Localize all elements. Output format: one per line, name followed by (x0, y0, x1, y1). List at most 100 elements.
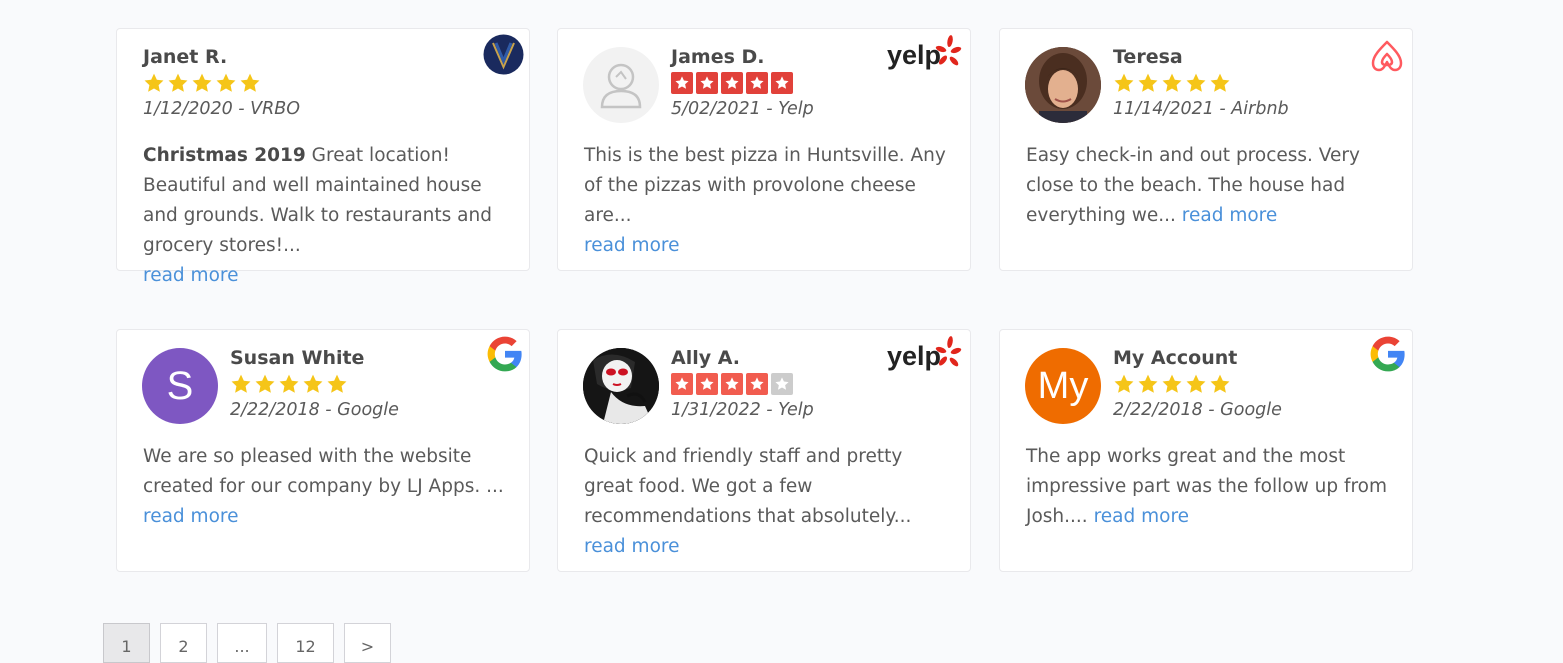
svg-text:yelp: yelp (887, 40, 941, 70)
review-text: Christmas 2019 Great location! Beautiful… (143, 141, 511, 291)
star-icon (1162, 374, 1182, 393)
rating-stars (1113, 72, 1289, 94)
rating-stars (1113, 373, 1282, 395)
star-icon (168, 73, 188, 92)
reviewer-name: Teresa (1113, 46, 1183, 68)
default-user-icon (600, 63, 642, 109)
page-button-12[interactable]: 12 (277, 623, 334, 663)
review-text: We are so pleased with the website creat… (143, 442, 511, 532)
reviewer-name: Ally A. (671, 347, 741, 369)
review-body: The app works great and the most impress… (1026, 446, 1388, 527)
yelp-logo-icon: yelp (885, 34, 965, 78)
read-more-link[interactable]: read more (1094, 506, 1189, 527)
star-icon (231, 374, 251, 393)
star-icon (1162, 73, 1182, 92)
avatar: My (1025, 348, 1101, 424)
read-more-link[interactable]: read more (1182, 205, 1277, 226)
rating-stars (143, 72, 300, 94)
avatar: S (142, 348, 218, 424)
google-logo-icon (1369, 335, 1407, 377)
avatar (583, 348, 659, 424)
avatar-letter: My (1037, 364, 1089, 407)
read-more-link[interactable]: read more (143, 506, 238, 527)
star-icon (279, 374, 299, 393)
star-icon (255, 374, 275, 393)
star-icon (1138, 374, 1158, 393)
read-more-link[interactable]: read more (584, 536, 679, 557)
yelp-star-icon (696, 373, 718, 395)
vrbo-logo-icon (483, 34, 524, 79)
review-header: James D. 5/02/2021 - Yelp (671, 44, 814, 121)
read-more-link[interactable]: read more (584, 235, 679, 256)
star-icon (144, 73, 164, 92)
page-button-2[interactable]: 2 (160, 623, 207, 663)
review-body: This is the best pizza in Huntsville. An… (584, 145, 946, 226)
star-icon (1114, 374, 1134, 393)
star-icon (1114, 73, 1134, 92)
star-icon (1210, 374, 1230, 393)
review-header: Ally A. 1/31/2022 - Yelp (671, 345, 814, 422)
reviewer-photo (583, 348, 659, 424)
reviewer-name: Janet R. (143, 46, 228, 68)
reviewer-photo (1025, 47, 1101, 123)
star-icon (240, 73, 260, 92)
star-icon (1138, 73, 1158, 92)
avatar (1025, 47, 1101, 123)
review-text: Easy check-in and out process. Very clos… (1026, 141, 1394, 231)
review-card: Teresa 11/14/2021 - Airbnb Easy check-in… (999, 28, 1413, 271)
star-icon (1210, 73, 1230, 92)
airbnb-logo-icon (1367, 34, 1407, 80)
read-more-link[interactable]: read more (143, 265, 238, 286)
review-card: James D. 5/02/2021 - Yelp This is the be… (557, 28, 971, 271)
svg-text:yelp: yelp (887, 341, 941, 371)
review-text: The app works great and the most impress… (1026, 442, 1394, 532)
review-card: Janet R. 1/12/2020 - VRBO Christmas 2019… (116, 28, 530, 286)
review-card: S Susan White 2/22/2018 - Google We are … (116, 329, 530, 572)
page-button-1[interactable]: 1 (103, 623, 150, 663)
review-body: Quick and friendly staff and pretty grea… (584, 446, 912, 527)
page-ellipsis: ... (217, 623, 267, 663)
review-text: Quick and friendly staff and pretty grea… (584, 442, 952, 562)
review-title: Christmas 2019 (143, 145, 306, 166)
review-card: Ally A. 1/31/2022 - Yelp Quick and frien… (557, 329, 971, 572)
star-icon (303, 374, 323, 393)
yelp-star-icon (721, 373, 743, 395)
avatar-letter: S (166, 363, 194, 408)
pagination: 1 2 ... 12 > (103, 623, 401, 663)
yelp-star-icon (746, 373, 768, 395)
rating-stars (671, 373, 814, 395)
yelp-star-icon (771, 72, 793, 94)
star-icon (192, 73, 212, 92)
review-date: 1/12/2020 - VRBO (143, 99, 301, 119)
review-header: Janet R. 1/12/2020 - VRBO (143, 44, 300, 121)
review-date: 2/22/2018 - Google (230, 400, 399, 420)
star-icon (327, 374, 347, 393)
avatar (583, 47, 659, 123)
review-date: 1/31/2022 - Yelp (671, 400, 814, 420)
star-icon (1186, 374, 1206, 393)
star-icon (1186, 73, 1206, 92)
star-icon (216, 73, 236, 92)
yelp-star-empty-icon (771, 373, 793, 395)
review-text: This is the best pizza in Huntsville. An… (584, 141, 952, 261)
review-date: 5/02/2021 - Yelp (671, 99, 814, 119)
yelp-star-icon (696, 72, 718, 94)
review-date: 11/14/2021 - Airbnb (1113, 99, 1289, 119)
review-header: Susan White 2/22/2018 - Google (230, 345, 399, 422)
yelp-star-icon (671, 373, 693, 395)
review-card: My My Account 2/22/2018 - Google The app… (999, 329, 1413, 572)
review-header: Teresa 11/14/2021 - Airbnb (1113, 44, 1289, 121)
yelp-logo-icon: yelp (885, 335, 965, 379)
reviewer-name: My Account (1113, 347, 1238, 369)
yelp-star-icon (671, 72, 693, 94)
review-body: We are so pleased with the website creat… (143, 446, 504, 497)
next-page-button[interactable]: > (344, 623, 391, 663)
yelp-star-icon (721, 72, 743, 94)
rating-stars (230, 373, 399, 395)
google-logo-icon (486, 335, 524, 377)
yelp-star-icon (746, 72, 768, 94)
review-header: My Account 2/22/2018 - Google (1113, 345, 1282, 422)
reviewer-name: James D. (671, 46, 765, 68)
rating-stars (671, 72, 814, 94)
reviewer-name: Susan White (230, 347, 365, 369)
